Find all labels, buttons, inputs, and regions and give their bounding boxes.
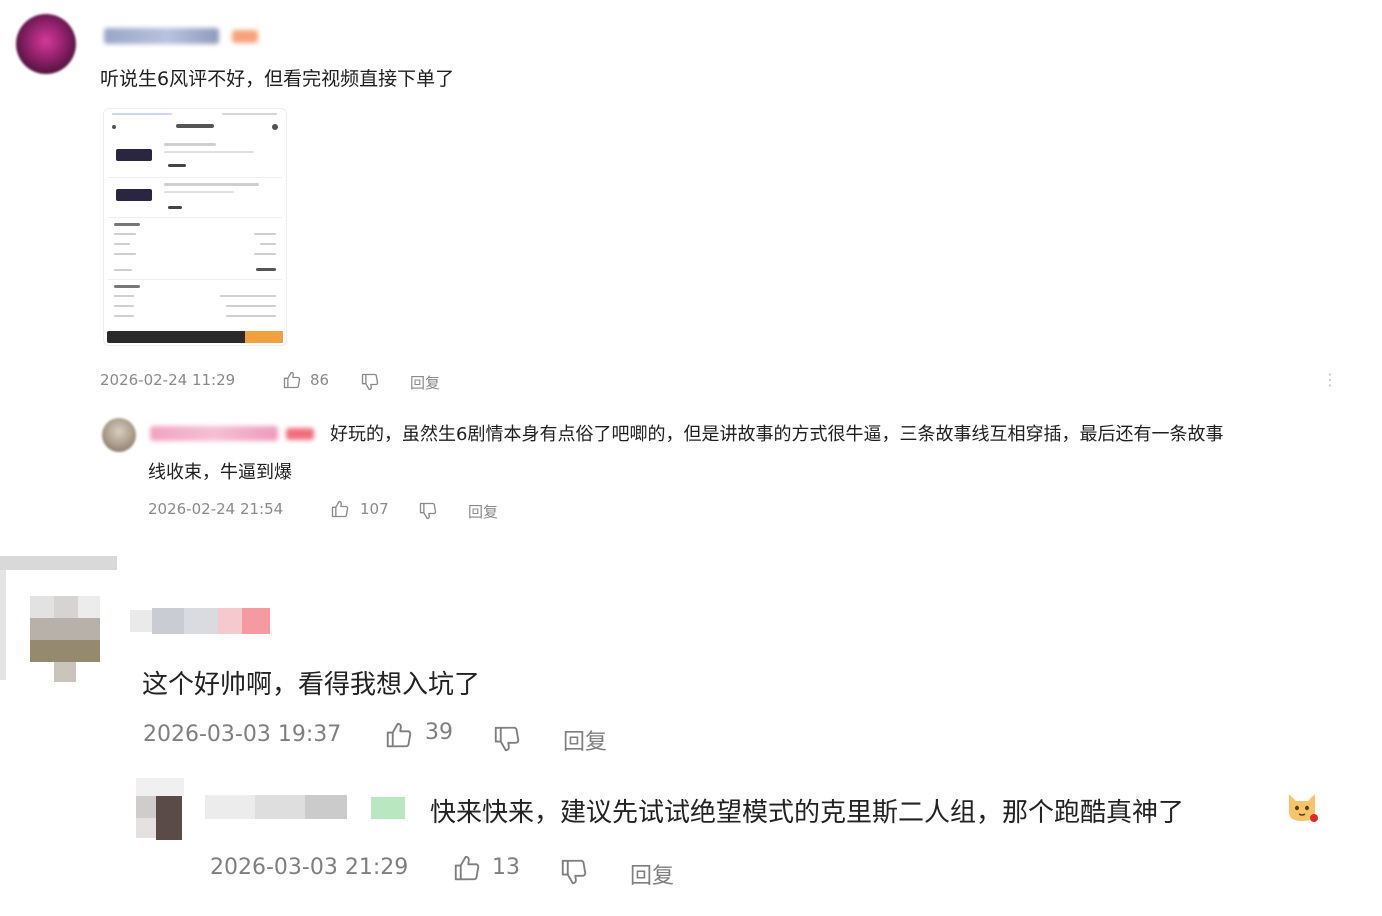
- thumbs-down-icon[interactable]: [418, 501, 438, 521]
- like-count: 86: [310, 371, 330, 389]
- reply-text: 快来快来，建议先试试绝望模式的克里斯二人组，那个跑酷真神了: [430, 798, 1185, 828]
- reply-time: 2026-02-24 21:54: [148, 500, 284, 518]
- section-divider: [0, 556, 117, 570]
- user-badge: [232, 30, 258, 43]
- reply-text-line-1: 好玩的，虽然生6剧情本身有点俗了吧唧的，但是讲故事的方式很牛逼，三条故事线互相穿…: [330, 424, 1224, 445]
- comment-time: 2026-02-24 11:29: [100, 371, 236, 389]
- comment-text: 这个好帅啊，看得我想入坑了: [142, 670, 481, 700]
- thumbs-down-icon[interactable]: [492, 724, 522, 754]
- thumbs-up-icon[interactable]: [452, 853, 482, 883]
- section-divider-edge: [0, 570, 6, 680]
- cat-emoji-icon: [1284, 788, 1320, 824]
- reply-button[interactable]: 回复: [630, 858, 674, 890]
- more-options-icon[interactable]: ⋮: [1322, 370, 1338, 389]
- avatar[interactable]: [136, 778, 184, 840]
- username[interactable]: [130, 606, 280, 638]
- username[interactable]: [205, 795, 405, 823]
- user-badge: [286, 428, 314, 440]
- thumbs-up-icon[interactable]: [282, 370, 302, 390]
- thumbs-up-icon[interactable]: [384, 720, 414, 750]
- like-count: 107: [360, 500, 389, 518]
- reply-time: 2026-03-03 21:29: [210, 855, 409, 880]
- reply-text-line-2: 线收束，牛逼到爆: [148, 462, 292, 483]
- thumbs-up-icon[interactable]: [330, 499, 350, 519]
- avatar[interactable]: [16, 14, 76, 74]
- comment-text: 听说生6风评不好，但看完视频直接下单了: [100, 68, 455, 90]
- username[interactable]: [150, 426, 278, 441]
- username[interactable]: [104, 28, 219, 44]
- thumbs-down-icon[interactable]: [360, 372, 380, 392]
- like-count: 39: [425, 720, 453, 745]
- reply-button[interactable]: 回复: [410, 372, 440, 393]
- reply-button[interactable]: 回复: [563, 724, 607, 756]
- attached-screenshot[interactable]: [103, 108, 287, 346]
- reply-button[interactable]: 回复: [468, 501, 498, 522]
- avatar[interactable]: [102, 418, 136, 452]
- comment-time: 2026-03-03 19:37: [143, 722, 342, 747]
- thumbs-down-icon[interactable]: [559, 857, 589, 887]
- like-count: 13: [492, 855, 520, 880]
- avatar[interactable]: [30, 596, 100, 682]
